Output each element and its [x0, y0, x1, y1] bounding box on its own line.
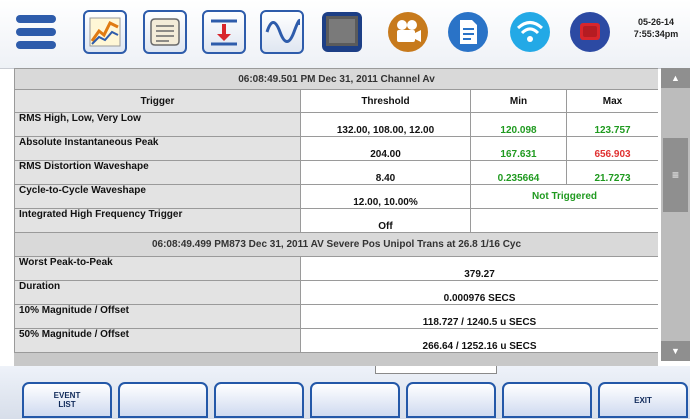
- detail-label: Worst Peak-to-Peak: [14, 256, 301, 281]
- detail-value: 266.64 / 1252.16 u SECS: [299, 328, 658, 353]
- scroll-report-icon[interactable]: [143, 10, 187, 54]
- trigger-name: Cycle-to-Cycle Waveshape: [14, 184, 301, 209]
- max-value: 656.903: [565, 136, 658, 161]
- threshold-value: Off: [300, 208, 471, 233]
- table-row[interactable]: Cycle-to-Cycle Waveshape 12.00, 10.00% N…: [14, 184, 658, 209]
- clock: 05-26-14 7:55:34pm: [628, 16, 684, 40]
- scroll-up-button[interactable]: ▲: [661, 68, 690, 88]
- threshold-value: 12.00, 10.00%: [300, 184, 471, 209]
- threshold-value: 8.40: [300, 160, 471, 185]
- col-threshold: Threshold: [300, 89, 471, 113]
- vertical-scrollbar[interactable]: ▲ ≡ ▼: [661, 68, 690, 361]
- col-max: Max: [565, 89, 658, 113]
- event2-header: 06:08:49.499 PM873 Dec 31, 2011 AV Sever…: [14, 232, 658, 257]
- table-row[interactable]: 50% Magnitude / Offset 266.64 / 1252.16 …: [14, 328, 658, 353]
- detail-label: 50% Magnitude / Offset: [14, 328, 301, 353]
- date-display: 05-26-14: [637, 17, 675, 27]
- monitor-screen-icon[interactable]: [320, 10, 364, 54]
- max-value: 123.757: [565, 112, 658, 137]
- column-header-row: Trigger Threshold Min Max: [14, 89, 658, 113]
- trigger-name: RMS High, Low, Very Low: [14, 112, 301, 137]
- scroll-thumb[interactable]: ≡: [663, 138, 688, 212]
- detail-value: 0.000976 SECS: [299, 280, 658, 305]
- table-row[interactable]: Duration 0.000976 SECS: [14, 280, 658, 305]
- soft-key-4[interactable]: [310, 382, 400, 418]
- sine-wave-icon[interactable]: [260, 10, 304, 54]
- trigger-name: Integrated High Frequency Trigger: [14, 208, 301, 233]
- detail-value: 118.727 / 1240.5 u SECS: [299, 304, 658, 329]
- soft-key-bar: EVENT LIST EXIT: [0, 366, 690, 419]
- document-icon[interactable]: [446, 10, 490, 54]
- detail-value: 379.27: [299, 256, 658, 281]
- detail-label: 10% Magnitude / Offset: [14, 304, 301, 329]
- threshold-value: 204.00: [300, 136, 471, 161]
- event-details-panel: 06:08:49.501 PM Dec 31, 2011 Channel Av …: [14, 68, 658, 366]
- wireless-icon[interactable]: [508, 10, 552, 54]
- download-tray-icon[interactable]: [202, 10, 246, 54]
- soft-key-2[interactable]: [118, 382, 208, 418]
- col-min: Min: [470, 89, 567, 113]
- table-row[interactable]: 10% Magnitude / Offset 118.727 / 1240.5 …: [14, 304, 658, 329]
- bar-divider: [375, 366, 497, 374]
- scroll-down-button[interactable]: ▼: [661, 341, 690, 361]
- trigger-name: Absolute Instantaneous Peak: [14, 136, 301, 161]
- menu-icon[interactable]: [14, 10, 58, 54]
- stop-record-icon[interactable]: [568, 10, 612, 54]
- min-value: 0.235664: [470, 160, 567, 185]
- trigger-table: 06:08:49.501 PM Dec 31, 2011 Channel Av …: [14, 68, 658, 353]
- trigger-status: Not Triggered: [469, 184, 658, 209]
- detail-label: Duration: [14, 280, 301, 305]
- soft-key-5[interactable]: [406, 382, 496, 418]
- trigger-name: RMS Distortion Waveshape: [14, 160, 301, 185]
- table-row[interactable]: RMS High, Low, Very Low 132.00, 108.00, …: [14, 112, 658, 137]
- min-value: 120.098: [470, 112, 567, 137]
- max-value: 21.7273: [565, 160, 658, 185]
- exit-button[interactable]: EXIT: [598, 382, 688, 418]
- min-value: 167.631: [470, 136, 567, 161]
- event-header: 06:08:49.501 PM Dec 31, 2011 Channel Av: [14, 68, 658, 90]
- soft-key-6[interactable]: [502, 382, 592, 418]
- time-display: 7:55:34pm: [633, 29, 679, 39]
- table-row[interactable]: Integrated High Frequency Trigger Off: [14, 208, 658, 233]
- event-list-button[interactable]: EVENT LIST: [22, 382, 112, 418]
- table-row[interactable]: Absolute Instantaneous Peak 204.00 167.6…: [14, 136, 658, 161]
- empty-cell: [469, 208, 658, 233]
- threshold-value: 132.00, 108.00, 12.00: [300, 112, 471, 137]
- toolbar: 05-26-14 7:55:34pm: [0, 0, 690, 69]
- video-camera-icon[interactable]: [386, 10, 430, 54]
- table-row[interactable]: RMS Distortion Waveshape 8.40 0.235664 2…: [14, 160, 658, 185]
- table-row[interactable]: Worst Peak-to-Peak 379.27: [14, 256, 658, 281]
- trend-chart-icon[interactable]: [83, 10, 127, 54]
- soft-key-3[interactable]: [214, 382, 304, 418]
- col-trigger: Trigger: [14, 89, 301, 113]
